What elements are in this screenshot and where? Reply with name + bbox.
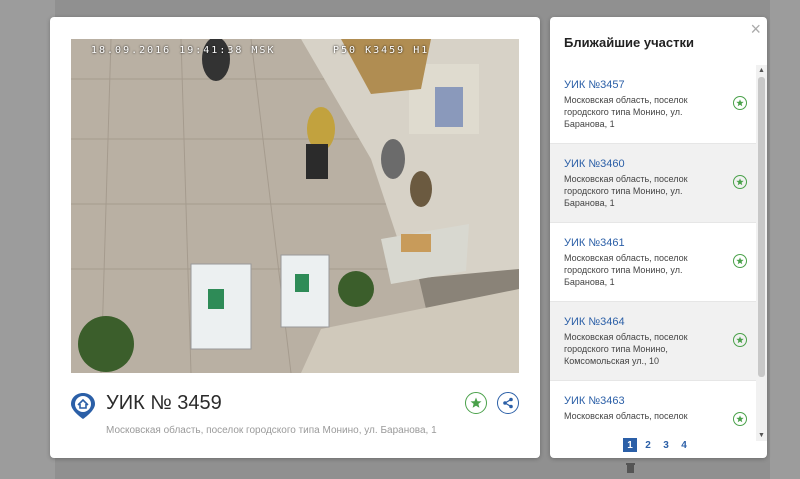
star-icon <box>736 178 744 186</box>
item-address: Московская область, поселок городского т… <box>564 253 688 287</box>
favorite-button[interactable] <box>733 333 747 347</box>
uik-header: УИК № 3459 <box>70 391 520 421</box>
scroll-up-icon[interactable]: ▲ <box>756 65 767 76</box>
uik-title: УИК № 3459 <box>106 392 222 414</box>
scrollbar[interactable]: ▲ ▼ <box>756 65 767 441</box>
list-item[interactable]: УИК №3461 Московская область, поселок го… <box>550 223 756 302</box>
close-button[interactable]: × <box>750 20 761 38</box>
share-button[interactable] <box>497 392 519 414</box>
favorite-button[interactable] <box>465 392 487 414</box>
pagination: 1 2 3 4 <box>623 438 691 452</box>
item-name[interactable]: УИК №3463 <box>564 395 726 407</box>
star-icon <box>736 99 744 107</box>
item-name[interactable]: УИК №3461 <box>564 237 726 249</box>
item-name[interactable]: УИК №3457 <box>564 79 726 91</box>
page-1[interactable]: 1 <box>623 438 637 452</box>
item-address: Московская область, поселок городского т… <box>564 174 688 208</box>
page-2[interactable]: 2 <box>641 438 655 452</box>
list-item[interactable]: УИК №3460 Московская область, поселок го… <box>550 144 756 223</box>
star-icon <box>736 415 744 423</box>
nearby-list[interactable]: УИК №3457 Московская область, поселок го… <box>550 65 756 441</box>
nearby-panel: × Ближайшие участки УИК №3457 Московская… <box>550 17 767 458</box>
favorite-button[interactable] <box>733 254 747 268</box>
item-address: Московская область, поселок городского т… <box>564 332 688 366</box>
camera-frame-image <box>71 39 519 373</box>
map-road <box>770 0 800 479</box>
item-name[interactable]: УИК №3464 <box>564 316 726 328</box>
video-camera-id: P50 K3459 H1 <box>333 45 430 56</box>
star-icon <box>736 336 744 344</box>
list-item[interactable]: УИК №3457 Московская область, поселок го… <box>550 65 756 144</box>
camera-video[interactable]: 18.09.2016 19:41:38 MSK P50 K3459 H1 <box>71 39 519 373</box>
favorite-button[interactable] <box>733 96 747 110</box>
scroll-thumb[interactable] <box>758 77 765 377</box>
video-timestamp: 18.09.2016 19:41:38 MSK <box>91 45 276 56</box>
page-4[interactable]: 4 <box>677 438 691 452</box>
star-icon <box>470 397 482 408</box>
map-road <box>0 0 55 479</box>
item-address: Московская область, поселок <box>564 411 688 421</box>
favorite-button[interactable] <box>733 175 747 189</box>
item-name[interactable]: УИК №3460 <box>564 158 726 170</box>
share-icon <box>503 397 513 409</box>
panel-title: Ближайшие участки <box>564 35 694 50</box>
trash-icon <box>626 460 635 478</box>
page-3[interactable]: 3 <box>659 438 673 452</box>
item-address: Московская область, поселок городского т… <box>564 95 688 129</box>
list-item[interactable]: УИК №3464 Московская область, поселок го… <box>550 302 756 381</box>
star-icon <box>736 257 744 265</box>
home-pin-icon <box>70 392 96 420</box>
camera-card: 18.09.2016 19:41:38 MSK P50 K3459 H1 УИК… <box>50 17 540 458</box>
scroll-down-icon[interactable]: ▼ <box>756 430 767 441</box>
list-item[interactable]: УИК №3463 Московская область, поселок <box>550 381 756 441</box>
favorite-button[interactable] <box>733 412 747 426</box>
uik-address: Московская область, поселок городского т… <box>106 425 437 436</box>
